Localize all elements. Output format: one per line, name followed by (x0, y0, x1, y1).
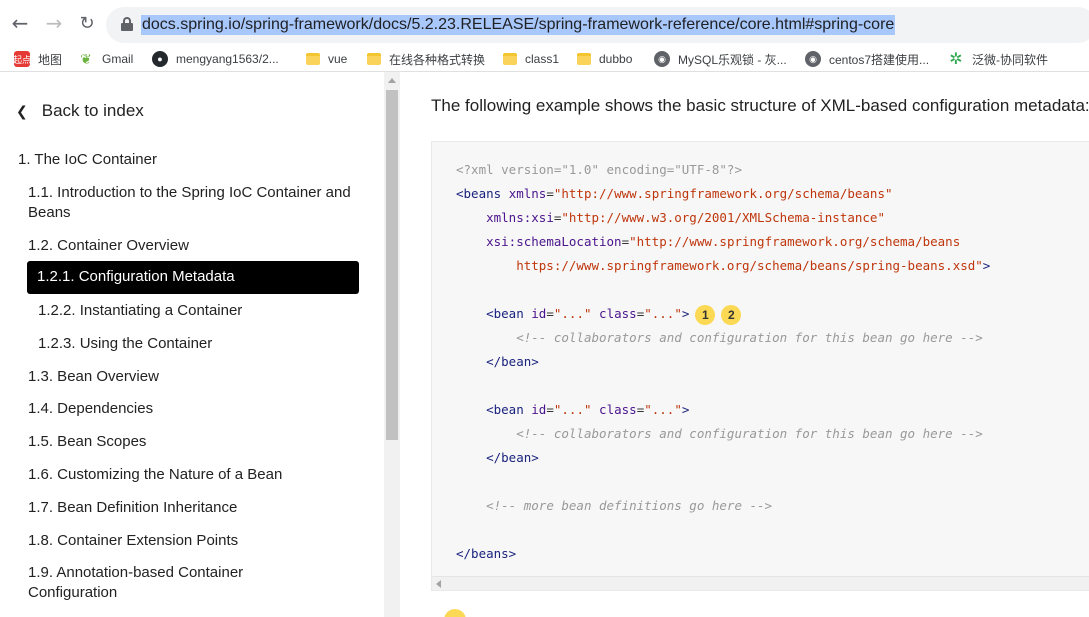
bookmark-centos[interactable]: ◉ centos7搭建使用... (805, 49, 929, 69)
toc-sidebar: ❮ Back to index 1. The IoC Container 1.1… (0, 72, 384, 617)
toc-item-annotation-config[interactable]: 1.9. Annotation-based Container Configur… (28, 563, 328, 603)
folder-icon (577, 53, 591, 65)
bookmark-label: centos7搭建使用... (829, 52, 930, 67)
folder-icon (367, 53, 381, 65)
toc-item-bean-scopes[interactable]: 1.5. Bean Scopes (28, 432, 146, 452)
bookmark-class1[interactable]: class1 (503, 49, 559, 69)
callout-marker-icon (444, 609, 466, 617)
url-text[interactable]: docs.spring.io/spring-framework/docs/5.2… (141, 15, 896, 35)
bookmark-mysql[interactable]: ◉ MySQL乐观锁 - 灰... (654, 49, 787, 69)
scroll-up-arrow-icon[interactable] (388, 78, 396, 83)
bookmark-label: mengyang1563/2... (176, 52, 279, 66)
toc-item-bean-overview[interactable]: 1.3. Bean Overview (28, 367, 159, 387)
code-horizontal-scrollbar[interactable] (432, 576, 1089, 590)
main-content: The following example shows the basic st… (400, 72, 1089, 617)
github-icon: ● (152, 51, 168, 67)
folder-icon (503, 53, 517, 65)
reload-icon[interactable]: ↻ (75, 11, 99, 35)
browser-toolbar: ← → ↻ docs.spring.io/spring-framework/do… (0, 0, 1089, 46)
bookmark-dubbo[interactable]: dubbo (577, 49, 632, 69)
globe-icon: ◉ (654, 51, 670, 67)
toc-item-using-container[interactable]: 1.2.3. Using the Container (38, 334, 212, 354)
sidebar-scrollbar[interactable] (384, 72, 400, 617)
toc-item-configuration-metadata[interactable]: 1.2.1. Configuration Metadata (27, 261, 359, 294)
globe-icon: ◉ (805, 51, 821, 67)
toc-item-extension-points[interactable]: 1.8. Container Extension Points (28, 531, 238, 551)
bookmarks-bar: 起点 地图 ❦ Gmail ● mengyang1563/2... vue 在线各种格… (0, 46, 1089, 72)
toc-item-ioc-container[interactable]: 1. The IoC Container (18, 150, 157, 170)
bookmark-label: dubbo (599, 52, 633, 66)
scroll-left-arrow-icon[interactable] (436, 580, 441, 588)
chevron-left-icon: ❮ (16, 102, 28, 119)
code-block: <?xml version="1.0" encoding="UTF-8"?> <… (431, 141, 1089, 591)
gear-icon: ✲ (949, 51, 963, 68)
back-to-index-label: Back to index (41, 101, 144, 120)
bookmark-label: Gmail (102, 52, 134, 66)
toc-item-customizing-bean[interactable]: 1.6. Customizing the Nature of a Bean (28, 465, 282, 485)
lead-paragraph: The following example shows the basic st… (431, 96, 1089, 115)
bookmark-label: vue (328, 52, 348, 66)
bookmark-label: 在线各种格式转换 (389, 52, 486, 67)
xml-code: <?xml version="1.0" encoding="UTF-8"?> <… (456, 162, 991, 561)
lock-icon[interactable] (121, 17, 133, 31)
forward-arrow-icon[interactable]: → (42, 11, 66, 35)
callout-1: 1 (695, 304, 716, 325)
bookmark-label: 泛微-协同软件 (972, 52, 1048, 67)
back-to-index-link[interactable]: ❮ Back to index (16, 101, 144, 121)
address-bar[interactable]: docs.spring.io/spring-framework/docs/5.2… (106, 7, 1089, 43)
bookmark-gmail[interactable]: ❦ Gmail (78, 49, 133, 69)
bookmark-format-convert[interactable]: 在线各种格式转换 (367, 49, 485, 69)
bookmark-vue[interactable]: vue (306, 49, 347, 69)
toc-item-bean-inheritance[interactable]: 1.7. Bean Definition Inheritance (28, 498, 237, 518)
bookmark-weaver[interactable]: ✲ 泛微-协同软件 (948, 49, 1048, 69)
map-icon: 起点 (13, 51, 31, 67)
folder-icon (306, 53, 320, 65)
callout-2: 2 (721, 304, 742, 325)
bookmark-label: MySQL乐观锁 - 灰... (678, 52, 787, 67)
bookmark-label: class1 (525, 52, 560, 66)
toc-item-instantiating-container[interactable]: 1.2.2. Instantiating a Container (38, 301, 242, 321)
toc-item-dependencies[interactable]: 1.4. Dependencies (28, 399, 153, 419)
spring-leaf-icon: ❦ (80, 50, 92, 67)
back-arrow-icon[interactable]: ← (8, 11, 32, 35)
bookmark-label: 地图 (38, 52, 63, 67)
toc-item-container-overview[interactable]: 1.2. Container Overview (28, 236, 189, 256)
toc-item-introduction[interactable]: 1.1. Introduction to the Spring IoC Cont… (28, 183, 358, 223)
bookmark-map[interactable]: 起点 地图 (13, 49, 63, 69)
scrollbar-thumb[interactable] (386, 90, 398, 440)
bookmark-github[interactable]: ● mengyang1563/2... (152, 49, 279, 69)
